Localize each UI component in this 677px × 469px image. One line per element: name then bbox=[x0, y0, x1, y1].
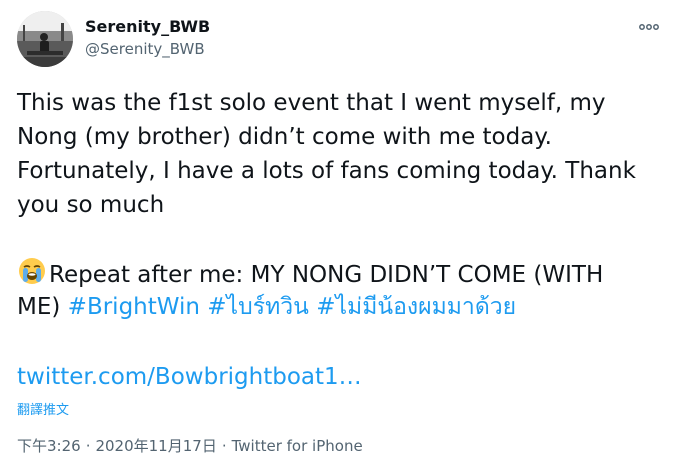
hashtag-link[interactable]: #ไม่มีน้องผมมาด้วย bbox=[316, 294, 516, 320]
avatar[interactable] bbox=[17, 11, 73, 67]
repeat-text-continued: ME) bbox=[17, 294, 61, 320]
tweet-text-line: This was the f1st solo event that I went… bbox=[17, 90, 606, 116]
tweet-date[interactable]: 2020年11月17日 bbox=[95, 435, 216, 456]
repeat-text: Repeat after me: MY NONG DIDN’T COME (WI… bbox=[49, 262, 604, 288]
hashtag-link[interactable]: #ไบร์ทวิน bbox=[207, 294, 309, 320]
tweet-text-line: ME) #BrightWin #ไบร์ทวิน #ไม่มีน้องผมมาด… bbox=[17, 290, 662, 324]
tweet-text-line: Nong (my brother) didn’t come with me to… bbox=[17, 124, 552, 150]
avatar-photo bbox=[17, 11, 73, 67]
hashtag-link[interactable]: #BrightWin bbox=[68, 294, 200, 320]
tweet-url-link[interactable]: twitter.com/Bowbrightboat1… bbox=[17, 360, 362, 394]
tweet-text-line: you so much bbox=[17, 192, 165, 218]
author-display-name[interactable]: Serenity_BWB bbox=[85, 17, 210, 36]
more-options-icon bbox=[639, 24, 659, 30]
translate-tweet-button[interactable]: 翻譯推文 bbox=[17, 399, 69, 418]
tweet-card: Serenity_BWB @Serenity_BWB This was the … bbox=[0, 0, 677, 469]
meta-separator: · bbox=[221, 437, 227, 455]
tweet-meta: 下午3:26 · 2020年11月17日 · Twitter for iPhone bbox=[17, 435, 363, 456]
tweet-source[interactable]: Twitter for iPhone bbox=[232, 437, 363, 455]
tweet-time[interactable]: 下午3:26 bbox=[17, 435, 81, 456]
author-handle[interactable]: @Serenity_BWB bbox=[85, 40, 205, 58]
tweet-text-line: Fortunately, I have a lots of fans comin… bbox=[17, 158, 636, 184]
meta-separator: · bbox=[85, 437, 91, 455]
more-options-button[interactable] bbox=[632, 14, 666, 40]
